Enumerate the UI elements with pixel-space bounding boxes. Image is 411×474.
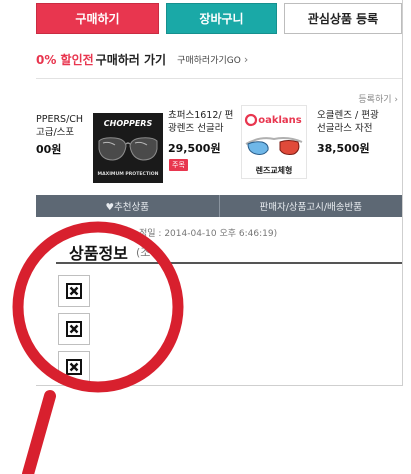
promo-discount-text: 0% 할인전 <box>36 52 94 67</box>
brand-text: CHOPPERS <box>104 119 153 128</box>
tagline-text: MAXIMUM PROTECTION <box>98 171 159 177</box>
magnifier-handle <box>22 390 56 474</box>
broken-image-icon <box>66 321 82 337</box>
product-name[interactable]: PPERS/CH 고급/스포 <box>36 113 83 139</box>
product-image-oaklans[interactable]: oaklans 렌즈교체형 <box>241 105 307 179</box>
product-badge: 주목 <box>169 159 188 171</box>
broken-image <box>58 313 90 345</box>
cart-button[interactable]: 장바구니 <box>166 3 277 34</box>
broken-image-icon <box>66 359 82 375</box>
more-link[interactable]: 등록하기 › <box>358 92 398 105</box>
product-name[interactable]: 쵸퍼스1612/ 편 광렌즈 선글라 <box>168 109 233 135</box>
divider <box>36 78 402 79</box>
product-price: 00원 <box>36 143 62 156</box>
product-name-line: 광렌즈 선글라 <box>168 123 224 134</box>
detail-tabbar: ♥추천상품 판매자/상품고시/배송반품 <box>36 195 402 217</box>
product-name-line: 쵸퍼스1612/ 편 <box>168 110 234 121</box>
caption-text: 렌즈교체형 <box>256 165 293 175</box>
promo-go-label: 구매하러가기GO <box>177 55 241 66</box>
broken-image <box>58 351 90 383</box>
product-price: 29,500원 <box>168 142 221 155</box>
promo-go-link[interactable]: 구매하러가기GO › <box>177 53 248 66</box>
chevron-right-icon: › <box>243 52 249 66</box>
broken-image-icon <box>66 283 82 299</box>
product-name[interactable]: 오클렌즈 / 편광 선글라스 자전 <box>317 109 379 135</box>
product-page: 구매하기 장바구니 관심상품 등록 0% 할인전 구매하러 가기 구매하러가기G… <box>36 0 403 386</box>
product-price: 38,500원 <box>317 142 370 155</box>
sunglasses-image: CHOPPERS MAXIMUM PROTECTION <box>93 113 163 183</box>
sunglasses-image: oaklans 렌즈교체형 <box>244 113 303 175</box>
product-name-line: PPERS/CH <box>36 114 84 125</box>
broken-image <box>58 275 90 307</box>
updated-date: 정일 : 2014-04-10 오후 6:46:19) <box>139 229 278 239</box>
brand-text: oaklans <box>258 115 302 126</box>
product-name-line: 오클렌즈 / 편광 <box>317 110 379 121</box>
section-divider <box>56 262 402 264</box>
tab-seller-info[interactable]: 판매자/상품고시/배송반품 <box>218 195 403 217</box>
promo-buy-text: 구매하러 가기 <box>95 52 167 67</box>
tab-recommended[interactable]: ♥추천상품 <box>36 195 219 217</box>
section-title: 상품정보 <box>69 244 128 263</box>
buy-button[interactable]: 구매하기 <box>36 3 159 34</box>
more-label: 등록하기 <box>358 95 392 105</box>
chevron-right-icon: › <box>394 95 398 105</box>
product-name-line: 선글라스 자전 <box>317 123 373 134</box>
wishlist-button[interactable]: 관심상품 등록 <box>284 3 402 34</box>
product-image-choppers[interactable]: CHOPPERS MAXIMUM PROTECTION <box>93 113 163 183</box>
section-title-suffix: (조 <box>136 246 151 259</box>
product-name-line: 고급/스포 <box>36 127 75 138</box>
promo-banner: 0% 할인전 구매하러 가기 구매하러가기GO › <box>36 42 402 76</box>
